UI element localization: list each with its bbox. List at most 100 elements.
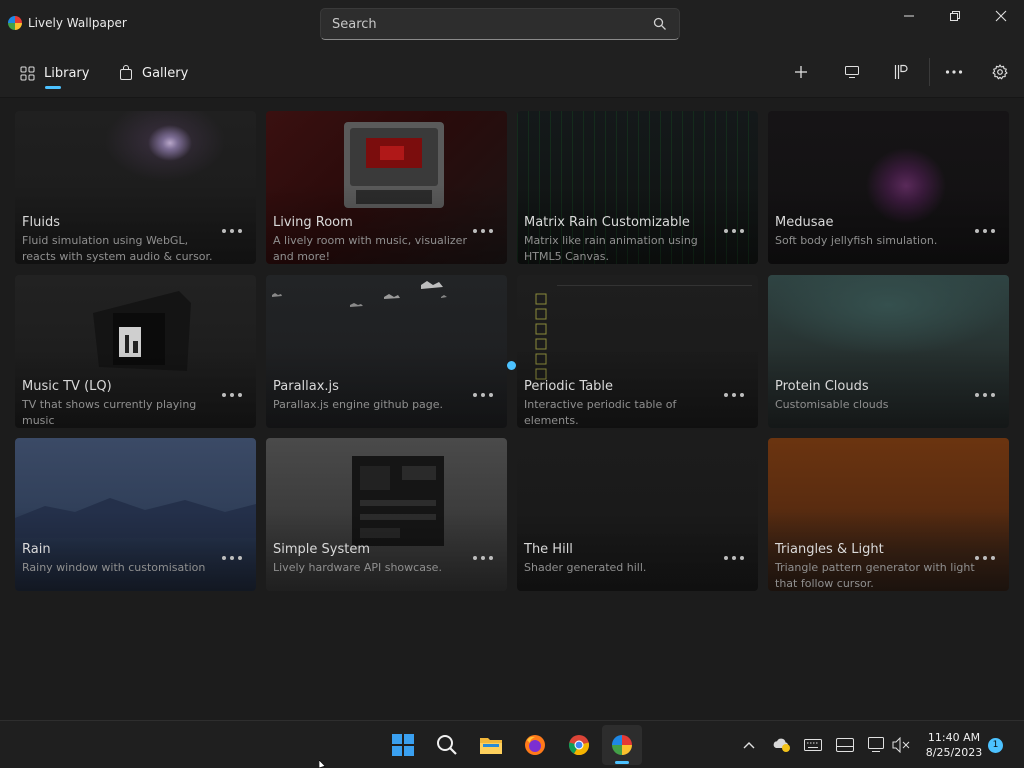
notification-badge[interactable]: 1 bbox=[988, 738, 1003, 753]
wallpaper-title: Fluids bbox=[22, 215, 60, 230]
wallpaper-title: Matrix Rain Customizable bbox=[524, 215, 690, 230]
card-more-button[interactable] bbox=[473, 556, 493, 562]
wallpaper-card-parallax[interactable]: Parallax.js Parallax.js engine github pa… bbox=[266, 275, 507, 428]
wallpaper-card-protein-clouds[interactable]: Protein Clouds Customisable clouds bbox=[768, 275, 1009, 428]
clock-time: 11:40 AM bbox=[927, 731, 981, 744]
clock-date: 8/25/2023 bbox=[925, 746, 983, 759]
card-more-button[interactable] bbox=[724, 229, 744, 235]
wallpaper-description: Soft body jellyfish simulation. bbox=[775, 234, 938, 247]
wallpaper-description: Shader generated hill. bbox=[524, 561, 647, 574]
wallpaper-card-the-hill[interactable]: The Hill Shader generated hill. bbox=[517, 438, 758, 591]
tab-gallery-label: Gallery bbox=[142, 65, 189, 81]
wallpaper-title: Medusae bbox=[775, 215, 834, 230]
app-title: Lively Wallpaper bbox=[28, 16, 127, 30]
start-button[interactable] bbox=[383, 725, 423, 765]
gear-icon bbox=[992, 64, 1008, 80]
restore-button[interactable] bbox=[932, 0, 978, 32]
customise-icon bbox=[894, 64, 908, 79]
search-icon bbox=[437, 735, 457, 755]
card-more-button[interactable] bbox=[222, 393, 242, 399]
wallpaper-card-music-tv[interactable]: Music TV (LQ) TV that shows currently pl… bbox=[15, 275, 256, 428]
customise-button[interactable] bbox=[889, 60, 913, 84]
wallpaper-title: Living Room bbox=[273, 215, 353, 230]
show-hidden-icons-button[interactable] bbox=[740, 736, 758, 754]
card-more-button[interactable] bbox=[975, 556, 995, 562]
onedrive-button[interactable] bbox=[772, 736, 790, 754]
wallpaper-card-triangles-light[interactable]: Triangles & Light Triangle pattern gener… bbox=[768, 438, 1009, 591]
birds-image bbox=[272, 281, 447, 307]
shopping-bag-icon bbox=[120, 65, 132, 80]
active-app-indicator bbox=[615, 761, 629, 764]
tablet-icon bbox=[836, 738, 854, 752]
wallpaper-description: Matrix like rain animation using HTML5 C… bbox=[524, 234, 698, 263]
minimize-button[interactable] bbox=[886, 0, 932, 32]
close-icon bbox=[995, 10, 1007, 22]
firefox-button[interactable] bbox=[515, 725, 555, 765]
wallpaper-title: Simple System bbox=[273, 542, 370, 557]
wallpaper-card-rain[interactable]: Rain Rainy window with customisation bbox=[15, 438, 256, 591]
card-more-button[interactable] bbox=[975, 393, 995, 399]
file-explorer-button[interactable] bbox=[471, 725, 511, 765]
taskbar-search-button[interactable] bbox=[427, 725, 467, 765]
tab-gallery[interactable]: Gallery bbox=[119, 61, 188, 85]
drag-indicator bbox=[507, 361, 516, 370]
cloud-warning-icon bbox=[773, 738, 790, 752]
monitor-icon bbox=[845, 66, 859, 78]
lively-logo-icon bbox=[8, 16, 22, 30]
wallpaper-card-simple-system[interactable]: Simple System Lively hardware API showca… bbox=[266, 438, 507, 591]
tab-library[interactable]: Library bbox=[20, 61, 89, 85]
grid-icon bbox=[20, 66, 35, 80]
search-input[interactable]: Search bbox=[332, 17, 377, 32]
volume-button[interactable] bbox=[892, 736, 910, 754]
wallpaper-card-periodic-table[interactable]: Periodic Table Interactive periodic tabl… bbox=[517, 275, 758, 428]
wallpaper-description: Fluid simulation using WebGL, reacts wit… bbox=[22, 234, 213, 263]
taskbar: 11:40 AM 8/25/2023 1 bbox=[0, 720, 1024, 768]
toolbar-separator bbox=[929, 58, 930, 86]
search-icon[interactable] bbox=[653, 17, 667, 31]
close-button[interactable] bbox=[978, 0, 1024, 32]
card-more-button[interactable] bbox=[473, 229, 493, 235]
lively-app-icon bbox=[612, 735, 632, 755]
wallpaper-description: TV that shows currently playing music bbox=[22, 398, 197, 427]
wallpaper-title: Periodic Table bbox=[524, 379, 614, 394]
card-more-button[interactable] bbox=[724, 556, 744, 562]
chrome-icon bbox=[568, 735, 590, 756]
wallpaper-card-living-room[interactable]: Living Room A lively room with music, vi… bbox=[266, 111, 507, 264]
folder-icon bbox=[480, 738, 502, 754]
minimize-icon bbox=[904, 15, 914, 17]
chrome-button[interactable] bbox=[559, 725, 599, 765]
wallpaper-title: The Hill bbox=[524, 542, 573, 557]
network-button[interactable] bbox=[868, 736, 886, 754]
wallpaper-description: Customisable clouds bbox=[775, 398, 889, 411]
wallpaper-card-medusae[interactable]: Medusae Soft body jellyfish simulation. bbox=[768, 111, 1009, 264]
wallpaper-description: Rainy window with customisation bbox=[22, 561, 206, 574]
wallpaper-card-matrix-rain[interactable]: Matrix Rain Customizable Matrix like rai… bbox=[517, 111, 758, 264]
firefox-icon bbox=[525, 735, 545, 755]
wallpaper-card-fluids[interactable]: Fluids Fluid simulation using WebGL, rea… bbox=[15, 111, 256, 264]
tab-active-indicator bbox=[45, 86, 61, 89]
touch-keyboard-button[interactable] bbox=[836, 736, 854, 754]
add-wallpaper-button[interactable] bbox=[789, 60, 813, 84]
card-more-button[interactable] bbox=[724, 393, 744, 399]
windows-icon bbox=[392, 734, 414, 756]
chevron-up-icon bbox=[743, 742, 755, 749]
wallpaper-title: Rain bbox=[22, 542, 51, 557]
display-button[interactable] bbox=[840, 60, 864, 84]
wallpaper-description: Interactive periodic table of elements. bbox=[524, 398, 677, 427]
wallpaper-description: Triangle pattern generator with light th… bbox=[775, 561, 975, 590]
wallpaper-description: A lively room with music, visualizer and… bbox=[273, 234, 467, 263]
clock[interactable]: 11:40 AM 8/25/2023 bbox=[914, 730, 994, 760]
more-options-button[interactable] bbox=[942, 60, 966, 84]
settings-button[interactable] bbox=[988, 60, 1012, 84]
card-more-button[interactable] bbox=[222, 229, 242, 235]
keyboard-icon bbox=[804, 739, 822, 751]
search-box[interactable]: Search bbox=[320, 8, 680, 40]
lively-taskbar-button[interactable] bbox=[602, 725, 642, 765]
card-more-button[interactable] bbox=[222, 556, 242, 562]
card-more-button[interactable] bbox=[975, 229, 995, 235]
keyboard-button[interactable] bbox=[804, 736, 822, 754]
wallpaper-title: Parallax.js bbox=[273, 379, 339, 394]
plus-icon bbox=[795, 66, 807, 78]
wallpaper-title: Music TV (LQ) bbox=[22, 379, 112, 394]
card-more-button[interactable] bbox=[473, 393, 493, 399]
